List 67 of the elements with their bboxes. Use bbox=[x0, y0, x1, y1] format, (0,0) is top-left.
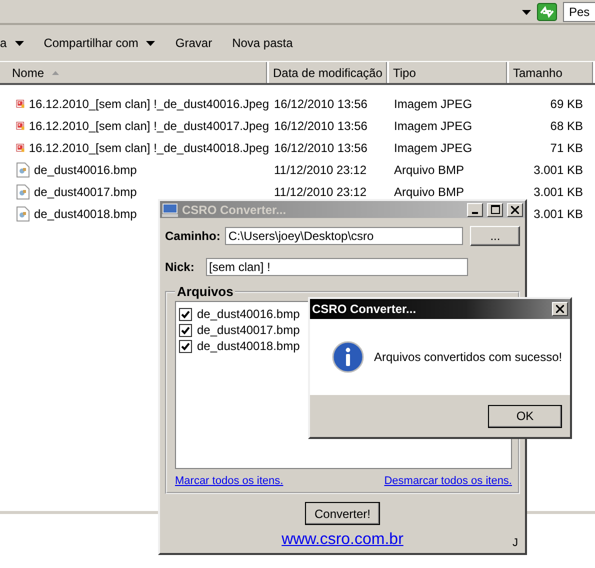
message-text: Arquivos convertidos com sucesso! bbox=[374, 350, 562, 364]
checkbox[interactable] bbox=[179, 340, 192, 352]
toolbar-button[interactable]: Nova pasta bbox=[224, 30, 301, 56]
date-cell-text: 16/12/2010 13:56 bbox=[273, 141, 368, 155]
ok-button[interactable]: OK bbox=[488, 404, 562, 428]
column-header[interactable]: Tipo bbox=[389, 62, 509, 83]
maximize-icon bbox=[490, 205, 500, 214]
checkbox[interactable] bbox=[179, 308, 192, 320]
close-button[interactable] bbox=[552, 302, 568, 316]
list-item[interactable]: de_dust40016.bmp bbox=[197, 307, 300, 321]
close-icon bbox=[556, 305, 564, 313]
size-cell: 69 KB bbox=[550, 97, 583, 111]
website-link[interactable]: www.csro.com.br bbox=[282, 531, 404, 549]
file-name[interactable]: 16.12.2010_[sem clan] !_de_dust40017.Jpeg bbox=[28, 119, 269, 133]
size-cell: 3.001 KB bbox=[534, 163, 583, 177]
search-field[interactable]: Pes bbox=[563, 2, 595, 22]
path-field[interactable]: C:\Users\joey\Desktop\csro bbox=[225, 227, 464, 245]
type-cell-text: Imagem JPEG bbox=[393, 119, 474, 133]
close-icon bbox=[511, 206, 519, 214]
browse-button[interactable]: ... bbox=[470, 226, 520, 246]
file-name[interactable]: de_dust40017.bmp bbox=[34, 185, 137, 199]
size-cell: 3.001 KB bbox=[534, 185, 583, 199]
file-icon bbox=[16, 162, 30, 178]
file-icon bbox=[16, 206, 30, 222]
date-cell-text: 16/12/2010 13:56 bbox=[273, 119, 368, 133]
window-title: CSRO Converter... bbox=[182, 202, 288, 216]
file-name[interactable]: de_dust40018.bmp bbox=[34, 207, 137, 221]
dropdown-arrow-icon bbox=[522, 10, 531, 14]
close-button[interactable] bbox=[507, 202, 523, 216]
computer-icon bbox=[162, 202, 178, 216]
corner-text: J bbox=[512, 537, 518, 549]
select-all-link[interactable]: Marcar todos os itens. bbox=[175, 475, 284, 487]
file-icon bbox=[16, 184, 30, 200]
list-item[interactable]: de_dust40018.bmp bbox=[197, 339, 300, 353]
file-name[interactable]: 16.12.2010_[sem clan] !_de_dust40018.Jpeg bbox=[28, 141, 269, 155]
type-cell-text: Arquivo BMP bbox=[393, 185, 466, 199]
type-cell-text: Imagem JPEG bbox=[393, 97, 474, 111]
date-cell-text: 16/12/2010 13:56 bbox=[273, 97, 368, 111]
date-cell-text: 11/12/2010 23:12 bbox=[273, 185, 368, 199]
file-name[interactable]: de_dust40016.bmp bbox=[34, 163, 137, 177]
size-cell: 3.001 KB bbox=[534, 207, 583, 221]
size-cell: 68 KB bbox=[550, 119, 583, 133]
window-title: CSRO Converter... bbox=[312, 302, 418, 316]
list-item[interactable]: de_dust40017.bmp bbox=[197, 323, 300, 337]
maximize-button[interactable] bbox=[487, 202, 503, 216]
info-icon bbox=[332, 341, 364, 373]
field-label: Nick: bbox=[165, 260, 196, 274]
minimize-button[interactable] bbox=[467, 202, 483, 216]
minimize-icon bbox=[472, 212, 478, 214]
size-cell: 71 KB bbox=[550, 141, 583, 155]
toolbar-button[interactable]: Gravar bbox=[167, 30, 220, 56]
type-cell-text: Imagem JPEG bbox=[393, 141, 474, 155]
refresh-icon[interactable] bbox=[537, 3, 557, 21]
column-header[interactable]: Data de modificação bbox=[269, 62, 389, 83]
deselect-all-link[interactable]: Desmarcar todos os itens. bbox=[384, 475, 512, 487]
date-cell-text: 11/12/2010 23:12 bbox=[273, 163, 368, 177]
type-cell-text: Arquivo BMP bbox=[393, 163, 466, 177]
column-header[interactable]: Tamanho bbox=[509, 62, 595, 83]
group-title: Arquivos bbox=[176, 284, 234, 299]
toolbar-button[interactable]: a bbox=[0, 30, 32, 56]
file-name[interactable]: 16.12.2010_[sem clan] !_de_dust40016.Jpeg bbox=[28, 97, 269, 111]
nick-field[interactable]: [sem clan] ! bbox=[206, 258, 468, 276]
field-label: Caminho: bbox=[165, 229, 220, 243]
convert-button[interactable]: Converter! bbox=[305, 502, 380, 525]
checkbox[interactable] bbox=[179, 324, 192, 336]
column-header[interactable]: Nome bbox=[0, 62, 269, 83]
toolbar-button[interactable]: Compartilhar com bbox=[36, 30, 164, 56]
